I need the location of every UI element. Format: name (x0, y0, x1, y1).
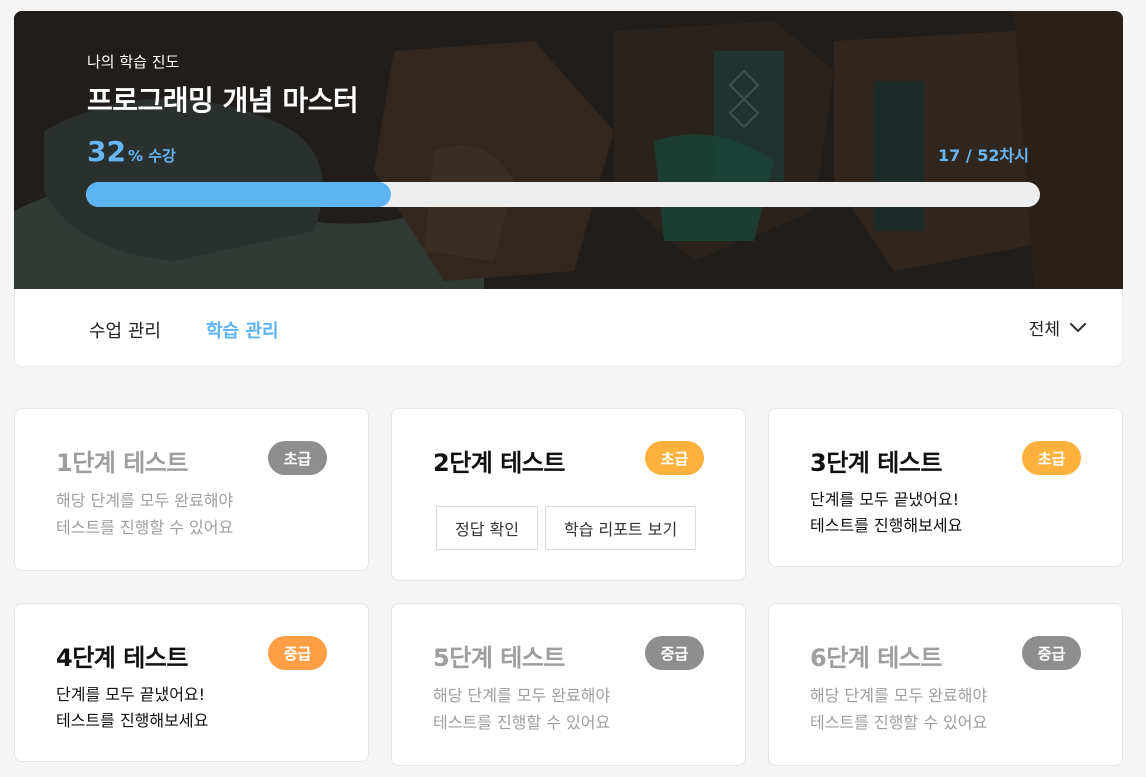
card-description-line: 해당 단계를 모두 완료해야 (433, 686, 611, 705)
test-card-6[interactable]: 6단계 테스트 중급 해당 단계를 모두 완료해야 테스트를 진행할 수 있어요 (768, 603, 1123, 766)
view-report-button[interactable]: 학습 리포트 보기 (544, 506, 697, 550)
progress-hero: 나의 학습 진도 프로그래밍 개념 마스터 32 % 수강 17 / 52차시 (14, 11, 1123, 289)
card-title: 2단계 테스트 (433, 449, 565, 477)
card-description: 단계를 모두 끝냈어요! 테스트를 진행해보세요 (56, 682, 208, 734)
level-badge: 초급 (645, 441, 704, 475)
level-badge: 초급 (268, 441, 327, 475)
progress-bar-fill (86, 182, 392, 207)
card-description-line: 단계를 모두 끝냈어요! (56, 685, 206, 704)
card-description: 해당 단계를 모두 완료해야 테스트를 진행할 수 있어요 (433, 682, 610, 736)
card-description: 해당 단계를 모두 완료해야 테스트를 진행할 수 있어요 (810, 682, 987, 736)
tab-study-management[interactable]: 학습 관리 (206, 317, 279, 343)
test-card-3[interactable]: 3단계 테스트 초급 단계를 모두 끝냈어요! 테스트를 진행해보세요 (768, 408, 1123, 567)
card-title: 4단계 테스트 (56, 644, 188, 672)
card-description-line: 단계를 모두 끝냈어요! (810, 490, 960, 509)
card-description-line: 테스트를 진행해보세요 (810, 516, 963, 535)
level-badge: 초급 (1022, 441, 1081, 475)
card-title: 6단계 테스트 (810, 644, 942, 672)
card-description: 단계를 모두 끝냈어요! 테스트를 진행해보세요 (810, 487, 962, 539)
level-badge: 중급 (1022, 636, 1081, 670)
card-description-line: 해당 단계를 모두 완료해야 (810, 686, 988, 705)
test-card-2: 2단계 테스트 초급 정답 확인 학습 리포트 보기 (391, 408, 746, 581)
filter-dropdown[interactable]: 전체 (1029, 315, 1086, 340)
card-description-line: 테스트를 진행할 수 있어요 (433, 713, 611, 732)
card-title: 5단계 테스트 (433, 644, 565, 672)
tab-class-management[interactable]: 수업 관리 (89, 317, 161, 343)
course-title: 프로그래밍 개념 마스터 (87, 84, 359, 117)
level-badge: 중급 (645, 636, 704, 670)
progress-percent-value: 32 (87, 135, 126, 168)
card-description-line: 테스트를 진행할 수 있어요 (56, 518, 234, 537)
management-tabs: 수업 관리 학습 관리 전체 (14, 289, 1123, 367)
lesson-count: 17 / 52차시 (938, 146, 1029, 165)
test-card-5[interactable]: 5단계 테스트 중급 해당 단계를 모두 완료해야 테스트를 진행할 수 있어요 (391, 603, 746, 766)
progress-bar (86, 182, 1040, 207)
test-card-1[interactable]: 1단계 테스트 초급 해당 단계를 모두 완료해야 테스트를 진행할 수 있어요 (14, 408, 369, 571)
card-description: 해당 단계를 모두 완료해야 테스트를 진행할 수 있어요 (56, 487, 233, 541)
card-actions: 정답 확인 학습 리포트 보기 (436, 506, 697, 550)
filter-label: 전체 (1028, 320, 1060, 340)
progress-percent: 32 % 수강 (87, 135, 176, 168)
card-title: 1단계 테스트 (56, 449, 188, 477)
test-card-4[interactable]: 4단계 테스트 중급 단계를 모두 끝냈어요! 테스트를 진행해보세요 (14, 603, 369, 762)
check-answers-button[interactable]: 정답 확인 (436, 506, 538, 550)
card-description-line: 해당 단계를 모두 완료해야 (56, 491, 234, 510)
chevron-down-icon (1070, 322, 1086, 332)
card-description-line: 테스트를 진행할 수 있어요 (810, 713, 988, 732)
level-badge: 중급 (268, 636, 327, 670)
card-title: 3단계 테스트 (810, 449, 942, 477)
progress-percent-unit: % 수강 (127, 147, 176, 165)
card-description-line: 테스트를 진행해보세요 (56, 711, 209, 730)
hero-subtitle: 나의 학습 진도 (87, 53, 180, 71)
